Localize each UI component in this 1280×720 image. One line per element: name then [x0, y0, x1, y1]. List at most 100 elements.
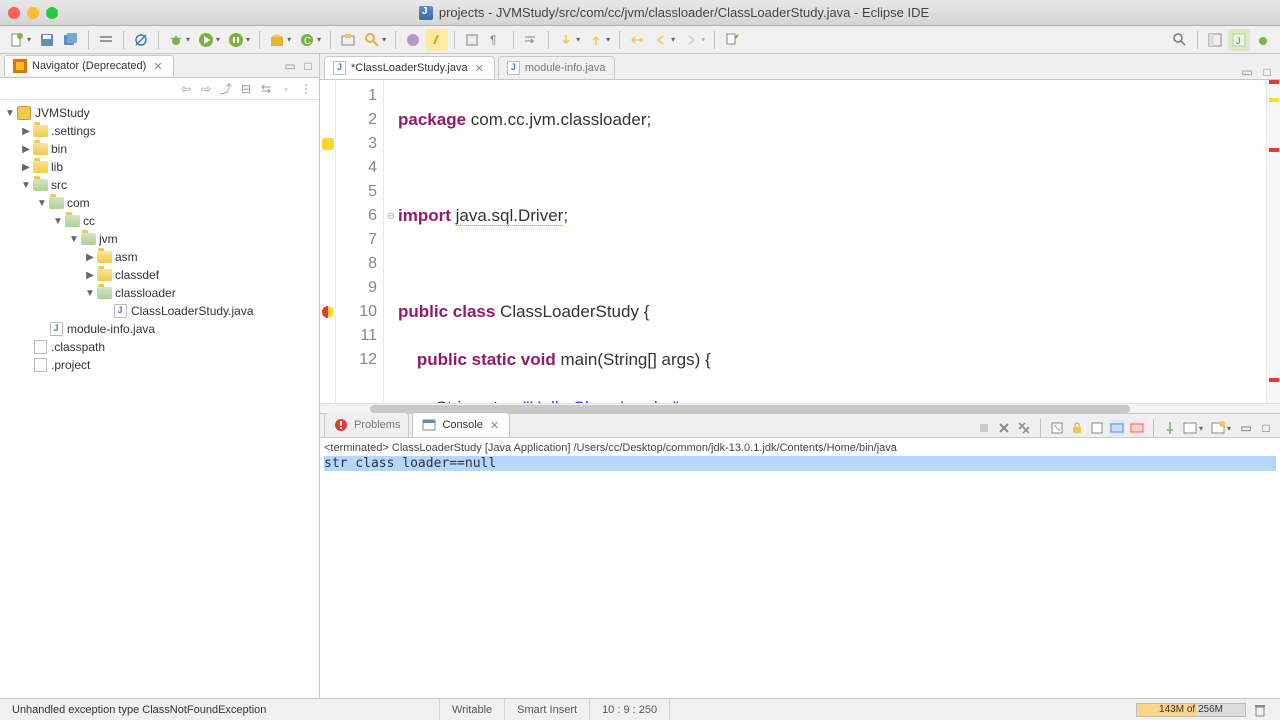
previous-annotation-dropdown[interactable]: ▾: [606, 35, 610, 44]
nav-back-icon[interactable]: ⇦: [179, 82, 193, 96]
clear-console-button[interactable]: [1049, 420, 1065, 436]
maximize-view-icon[interactable]: □: [1258, 420, 1274, 436]
maximize-editor-icon[interactable]: □: [1260, 65, 1274, 79]
disclosure-icon[interactable]: ▶: [20, 126, 32, 137]
next-annotation-dropdown[interactable]: ▾: [576, 35, 580, 44]
overview-warning-indicator[interactable]: [1269, 98, 1279, 102]
show-console-on-error-button[interactable]: [1129, 420, 1145, 436]
new-button[interactable]: [6, 29, 28, 51]
coverage-dropdown[interactable]: ▾: [246, 35, 250, 44]
skip-breakpoints-button[interactable]: [130, 29, 152, 51]
focus-task-icon[interactable]: ◦: [279, 82, 293, 96]
maximize-view-icon[interactable]: □: [301, 59, 315, 73]
nav-forward-icon[interactable]: ⇨: [199, 82, 213, 96]
disclosure-icon[interactable]: ▼: [68, 234, 80, 245]
remove-launch-button[interactable]: [996, 420, 1012, 436]
debug-button[interactable]: [165, 29, 187, 51]
console-tab[interactable]: Console ✕: [412, 412, 510, 437]
overview-error-indicator[interactable]: [1269, 80, 1279, 84]
run-gc-icon[interactable]: [1252, 702, 1268, 718]
close-window-button[interactable]: [8, 7, 20, 19]
line-number-gutter[interactable]: 123456789101112: [336, 80, 384, 403]
run-button[interactable]: [195, 29, 217, 51]
back-dropdown[interactable]: ▾: [671, 35, 675, 44]
previous-annotation-button[interactable]: [585, 29, 607, 51]
overview-error-indicator[interactable]: [1269, 148, 1279, 152]
tree-folder-src[interactable]: ▼src: [2, 176, 317, 194]
quick-access-search-icon[interactable]: [1169, 29, 1191, 51]
scrollbar-thumb[interactable]: [370, 405, 1130, 413]
run-dropdown[interactable]: ▾: [216, 35, 220, 44]
debug-perspective-button[interactable]: [1252, 29, 1274, 51]
new-java-package-button[interactable]: [266, 29, 288, 51]
tree-file-classloaderstudy[interactable]: ClassLoaderStudy.java: [2, 302, 317, 320]
tree-folder-cc[interactable]: ▼cc: [2, 212, 317, 230]
coverage-button[interactable]: [225, 29, 247, 51]
disclosure-icon[interactable]: ▼: [4, 108, 16, 119]
new-java-class-button[interactable]: C: [296, 29, 318, 51]
disclosure-icon[interactable]: ▼: [36, 198, 48, 209]
pin-console-button[interactable]: [1162, 420, 1178, 436]
minimize-editor-icon[interactable]: ▭: [1240, 65, 1254, 79]
forward-button[interactable]: [680, 29, 702, 51]
close-tab-icon[interactable]: ✕: [473, 62, 486, 75]
disclosure-icon[interactable]: ▶: [84, 270, 96, 281]
search-button[interactable]: [361, 29, 383, 51]
disclosure-icon[interactable]: ▶: [20, 144, 32, 155]
disclosure-icon[interactable]: ▼: [52, 216, 64, 227]
package-dropdown[interactable]: ▾: [287, 35, 291, 44]
minimize-view-icon[interactable]: ▭: [283, 59, 297, 73]
folding-ruler[interactable]: ⊖: [384, 80, 398, 403]
tree-folder-bin[interactable]: ▶bin: [2, 140, 317, 158]
tree-file-moduleinfo[interactable]: module-info.java: [2, 320, 317, 338]
disclosure-icon[interactable]: ▶: [20, 162, 32, 173]
status-cursor-position[interactable]: 10 : 9 : 250: [590, 699, 670, 720]
save-button[interactable]: [36, 29, 58, 51]
tree-folder-classloader[interactable]: ▼classloader: [2, 284, 317, 302]
tree-folder-com[interactable]: ▼com: [2, 194, 317, 212]
new-dropdown[interactable]: ▾: [27, 35, 31, 44]
scroll-lock-button[interactable]: [1069, 420, 1085, 436]
class-dropdown[interactable]: ▾: [317, 35, 321, 44]
editor-tab-active[interactable]: *ClassLoaderStudy.java ✕: [324, 56, 495, 79]
project-tree[interactable]: ▼JVMStudy ▶.settings ▶bin ▶lib ▼src ▼com…: [0, 100, 319, 698]
link-editor-icon[interactable]: ⇆: [259, 82, 273, 96]
overview-error-indicator[interactable]: [1269, 378, 1279, 382]
disclosure-icon[interactable]: ▶: [84, 252, 96, 263]
disclosure-icon[interactable]: ▼: [20, 180, 32, 191]
forward-dropdown[interactable]: ▾: [701, 35, 705, 44]
debug-dropdown[interactable]: ▾: [186, 35, 190, 44]
overview-ruler[interactable]: [1266, 80, 1280, 403]
last-edit-location-button[interactable]: [626, 29, 648, 51]
next-annotation-button[interactable]: [555, 29, 577, 51]
console-output-line[interactable]: str class loader==null: [324, 456, 1276, 471]
console-selector-dropdown[interactable]: ▾: [1199, 424, 1203, 433]
show-whitespace-button[interactable]: ¶: [485, 29, 507, 51]
marker-ruler[interactable]: [320, 80, 336, 403]
tree-folder-settings[interactable]: ▶.settings: [2, 122, 317, 140]
open-perspective-button[interactable]: [1204, 29, 1226, 51]
navigator-tab[interactable]: Navigator (Deprecated) ✕: [4, 55, 174, 76]
heap-status[interactable]: 143M of 256M: [1124, 699, 1280, 720]
tree-file-classpath[interactable]: .classpath: [2, 338, 317, 356]
remove-all-terminated-button[interactable]: [1016, 420, 1032, 436]
code-editor[interactable]: 123456789101112 ⊖ package com.cc.jvm.cla…: [320, 80, 1280, 403]
pin-editor-button[interactable]: [721, 29, 743, 51]
disclosure-icon[interactable]: ▼: [84, 288, 96, 299]
toggle-mark-occurrences-button[interactable]: [426, 29, 448, 51]
zoom-window-button[interactable]: [46, 7, 58, 19]
problems-tab[interactable]: Problems: [324, 412, 409, 437]
status-writable[interactable]: Writable: [440, 699, 505, 720]
nav-up-icon[interactable]: ⤴: [219, 82, 233, 96]
toggle-breadcrumb-button[interactable]: [95, 29, 117, 51]
warning-marker-icon[interactable]: [322, 138, 334, 150]
terminate-button[interactable]: [976, 420, 992, 436]
java-perspective-button[interactable]: J: [1228, 29, 1250, 51]
close-view-icon[interactable]: ✕: [488, 419, 501, 432]
console-body[interactable]: <terminated> ClassLoaderStudy [Java Appl…: [320, 438, 1280, 698]
tree-folder-lib[interactable]: ▶lib: [2, 158, 317, 176]
toggle-block-selection-button[interactable]: [461, 29, 483, 51]
open-type-button[interactable]: [337, 29, 359, 51]
open-console-button[interactable]: [1210, 420, 1226, 436]
open-console-dropdown[interactable]: ▾: [1227, 424, 1231, 433]
